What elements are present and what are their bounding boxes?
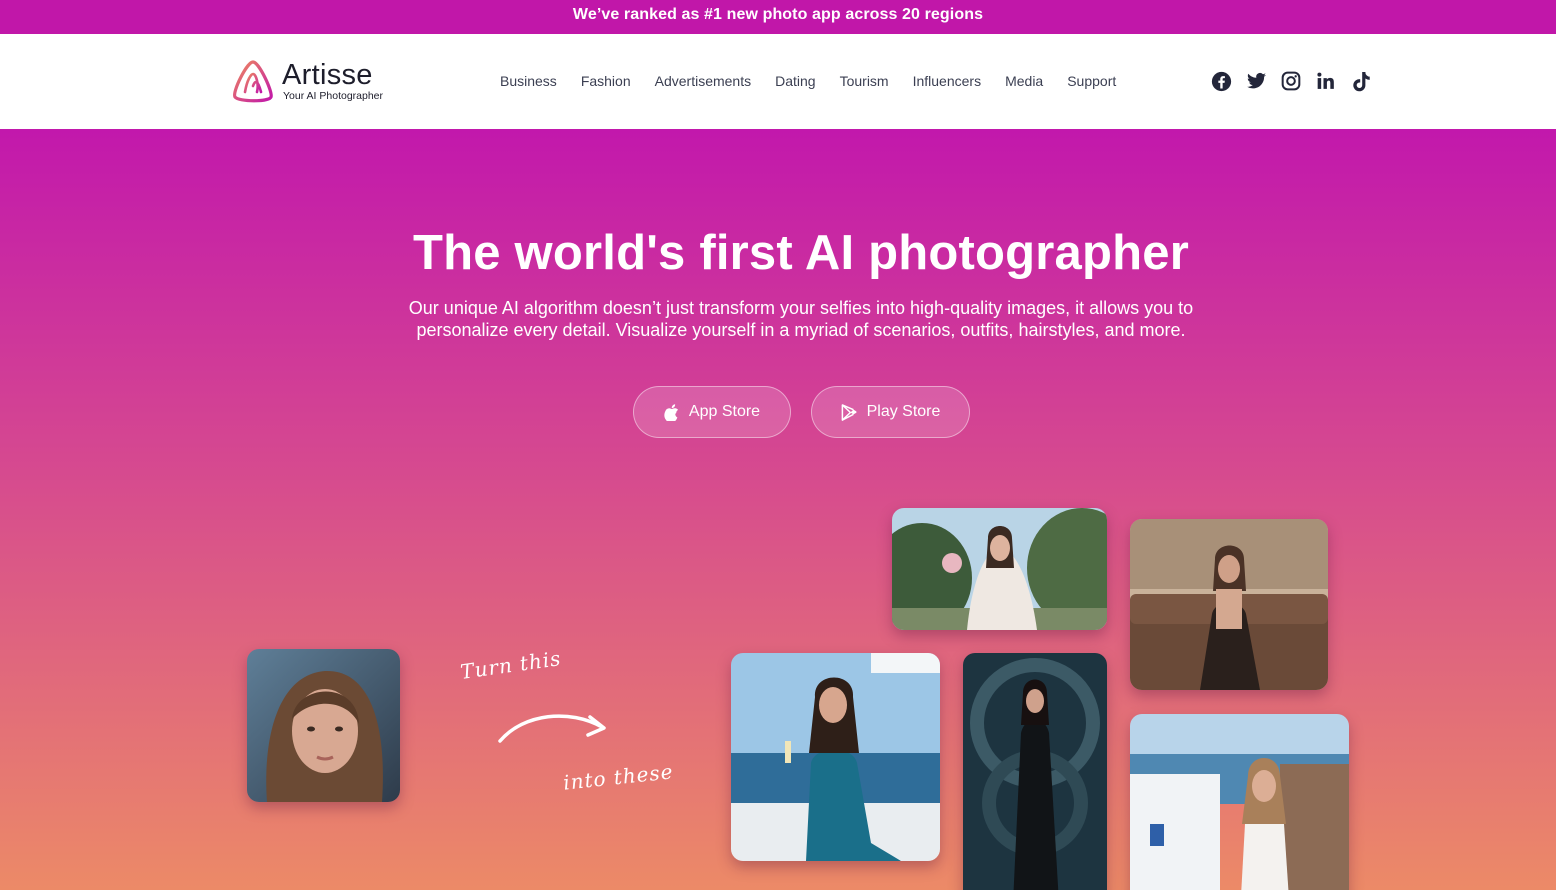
play-store-button[interactable]: Play Store [811,386,970,438]
selfie-photo [247,649,400,802]
apple-icon [664,403,678,421]
nav-item-dating[interactable]: Dating [763,70,827,92]
nav-item-business[interactable]: Business [488,70,569,92]
nav-item-support[interactable]: Support [1055,70,1128,92]
app-store-button[interactable]: App Store [633,386,791,438]
hero-section: The world's first AI photographer Our un… [0,129,1556,890]
annotation-into-these: into these [562,759,675,795]
social-links [1210,70,1372,92]
dark-gown-photo [963,653,1107,890]
hero-subtitle-line-1: Our unique AI algorithm doesn’t just tra… [408,298,1194,318]
instagram-icon[interactable] [1280,70,1302,92]
annotation-turn-this: Turn this [458,646,563,684]
curved-arrow-icon [498,714,606,743]
nav-item-advertisements[interactable]: Advertisements [643,70,763,92]
linkedin-icon[interactable] [1315,70,1337,92]
nav-item-media[interactable]: Media [993,70,1055,92]
nav-item-tourism[interactable]: Tourism [828,70,901,92]
nav-item-influencers[interactable]: Influencers [901,70,993,92]
tiktok-icon[interactable] [1350,70,1372,92]
brand-name: Artisse [282,59,373,91]
hero-title: The world's first AI photographer [413,226,1189,280]
wedding-photo [892,508,1107,630]
hero-subtitle-line-2: personalize every detail. Visualize your… [416,320,1186,340]
promo-banner: We’ve ranked as #1 new photo app across … [0,0,1556,34]
app-store-label: App Store [688,403,761,420]
brand-logo[interactable]: Artisse Your AI Photographer [231,58,383,104]
promo-text: We’ve ranked as #1 new photo app across … [572,6,984,23]
vintage-photo [1130,519,1328,690]
nav-item-fashion[interactable]: Fashion [569,70,643,92]
twitter-icon[interactable] [1245,70,1267,92]
brand-tagline: Your AI Photographer [283,90,384,102]
play-store-icon [841,403,857,421]
artisse-logo-icon [233,60,273,103]
play-store-label: Play Store [866,403,941,420]
hero-subtitle: Our unique AI algorithm doesn’t just tra… [380,297,1222,341]
yacht-photo [731,653,940,861]
main-nav: Business Fashion Advertisements Dating T… [488,70,1128,92]
facebook-icon[interactable] [1210,70,1232,92]
site-header: Artisse Your AI Photographer Business Fa… [0,34,1556,129]
santorini-photo [1130,714,1349,890]
